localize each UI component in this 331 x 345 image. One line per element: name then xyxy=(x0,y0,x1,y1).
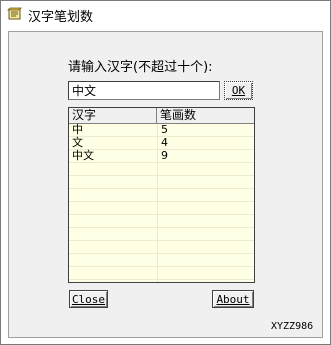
input-prompt-label: 请输入汉字(不超过十个): xyxy=(68,60,213,75)
table-row xyxy=(69,189,254,202)
table-row xyxy=(69,215,254,228)
dialog-client-area: 请输入汉字(不超过十个): OK 汉字 笔画数 中 5 文 4 中文 xyxy=(8,31,323,338)
table-row xyxy=(69,163,254,176)
close-button-label: Close xyxy=(71,292,106,306)
table-row xyxy=(69,202,254,215)
cell-strokes: 9 xyxy=(161,149,168,162)
list-header: 汉字 笔画数 xyxy=(69,108,254,124)
ok-button-label: OK xyxy=(231,84,246,97)
stroke-count-list[interactable]: 汉字 笔画数 中 5 文 4 中文 9 xyxy=(68,107,255,283)
app-window: 汉字笔划数 请输入汉字(不超过十个): OK 汉字 笔画数 中 5 文 4 xyxy=(0,0,331,345)
window-title: 汉字笔划数 xyxy=(28,10,94,25)
table-row xyxy=(69,228,254,241)
about-button[interactable]: About xyxy=(212,290,254,308)
close-button[interactable]: Close xyxy=(69,290,108,308)
table-row xyxy=(69,267,254,280)
list-rows: 中 5 文 4 中文 9 xyxy=(69,123,254,280)
table-row[interactable]: 中文 9 xyxy=(69,149,254,163)
table-row xyxy=(69,176,254,189)
ok-button[interactable]: OK xyxy=(224,81,253,100)
column-header-strokes[interactable]: 笔画数 xyxy=(157,108,254,123)
table-row xyxy=(69,254,254,267)
cell-strokes: 4 xyxy=(161,136,168,149)
table-row xyxy=(69,241,254,254)
footer-author-label: XYZZ986 xyxy=(271,321,314,332)
cell-char: 中 xyxy=(72,123,83,136)
notepad-icon xyxy=(7,7,23,21)
about-button-label: About xyxy=(216,292,250,306)
column-header-char[interactable]: 汉字 xyxy=(69,108,157,123)
title-bar[interactable]: 汉字笔划数 xyxy=(1,1,330,27)
cell-strokes: 5 xyxy=(161,123,168,136)
cell-char: 文 xyxy=(72,136,83,149)
cell-char: 中文 xyxy=(72,149,94,162)
chinese-chars-input[interactable] xyxy=(68,81,220,100)
